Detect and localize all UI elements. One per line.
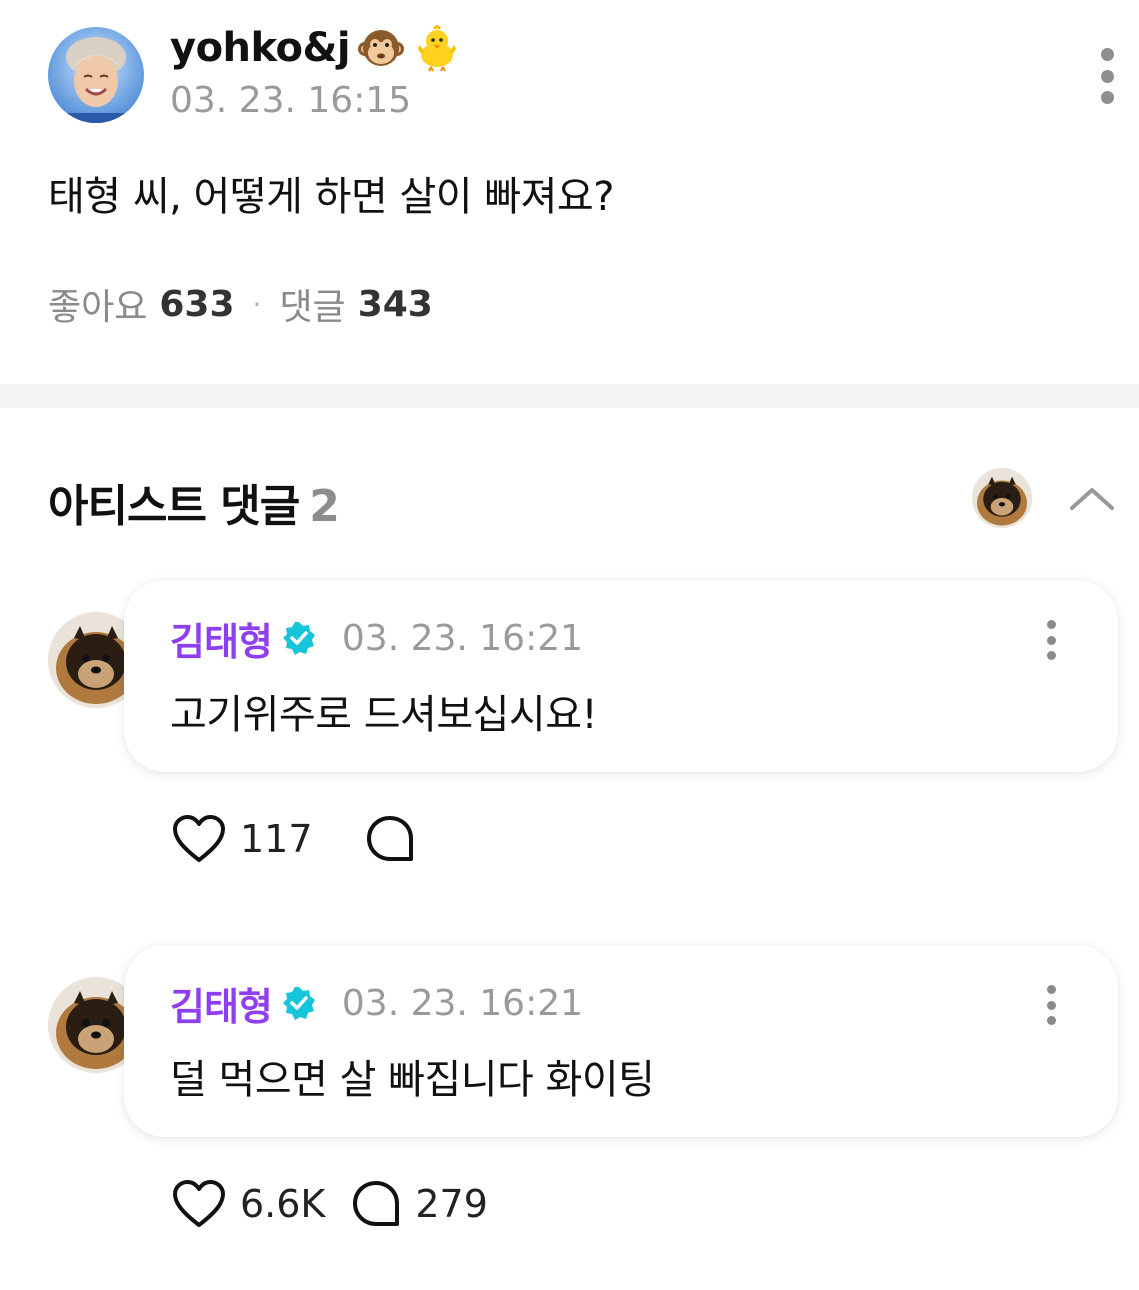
commenter-name[interactable]: 김태형 xyxy=(170,611,273,666)
artist-comments-count: 2 xyxy=(309,481,340,532)
artist-comments-title: 아티스트 댓글 2 xyxy=(48,470,340,534)
comment-actions: 6.6K 279 xyxy=(172,1179,488,1229)
author-name[interactable]: yohko&j xyxy=(170,25,351,71)
commenter-name[interactable]: 김태형 xyxy=(170,976,273,1031)
like-button[interactable]: 6.6K xyxy=(172,1179,325,1229)
speech-bubble-icon xyxy=(353,1181,400,1226)
artist-comments-label: 아티스트 댓글 xyxy=(48,481,300,532)
baby-chick-icon xyxy=(412,23,462,73)
verified-badge-icon xyxy=(282,986,316,1020)
reply-count: 279 xyxy=(415,1182,488,1226)
reply-button[interactable]: 279 xyxy=(351,1179,488,1229)
comment-date: 03. 23. 16:21 xyxy=(341,982,584,1024)
stats-separator: · xyxy=(252,287,262,321)
artist-avatar-thumbnail[interactable] xyxy=(972,468,1032,528)
like-count: 117 xyxy=(240,817,313,861)
like-button[interactable]: 117 xyxy=(172,814,313,864)
post-stats: 좋아요 633 · 댓글 343 xyxy=(48,278,433,330)
artist-comment-card: 김태형 03. 23. 16:21 덜 먹으면 살 빠집니다 화이팅 xyxy=(124,945,1118,1137)
comments-count[interactable]: 343 xyxy=(358,284,433,325)
section-divider xyxy=(0,384,1139,408)
speech-bubble-icon xyxy=(366,816,413,861)
post-more-options-icon[interactable] xyxy=(1096,48,1118,104)
comment-header: 김태형 03. 23. 16:21 xyxy=(170,616,584,664)
comment-more-options-icon[interactable] xyxy=(1044,620,1058,660)
heart-icon xyxy=(173,815,225,862)
likes-count[interactable]: 633 xyxy=(159,284,234,325)
author-avatar[interactable] xyxy=(48,27,144,123)
comment-text: 고기위주로 드셔보십시요! xyxy=(170,692,598,738)
comment-header: 김태형 03. 23. 16:21 xyxy=(170,981,584,1029)
likes-label: 좋아요 xyxy=(48,287,148,328)
heart-icon xyxy=(173,1180,225,1227)
verified-badge-icon xyxy=(282,621,316,655)
comment-actions: 117 xyxy=(172,814,429,864)
comment-date: 03. 23. 16:21 xyxy=(341,617,584,659)
like-count: 6.6K xyxy=(240,1182,326,1226)
monkey-face-icon xyxy=(356,23,406,73)
comment-text: 덜 먹으면 살 빠집니다 화이팅 xyxy=(170,1057,655,1103)
author-row: yohko&j xyxy=(170,22,462,74)
comments-label: 댓글 xyxy=(279,287,346,328)
collapse-chevron-up-icon[interactable] xyxy=(1066,478,1118,518)
post-detail-page: yohko&j 03. 23. 16:15 태형 씨, 어떻게 하면 살이 빠져… xyxy=(0,0,1139,1290)
post-body-text: 태형 씨, 어떻게 하면 살이 빠져요? xyxy=(48,174,614,220)
post-date: 03. 23. 16:15 xyxy=(170,80,412,121)
comment-more-options-icon[interactable] xyxy=(1044,985,1058,1025)
artist-comment-card: 김태형 03. 23. 16:21 고기위주로 드셔보십시요! xyxy=(124,580,1118,772)
reply-button[interactable] xyxy=(365,814,429,864)
